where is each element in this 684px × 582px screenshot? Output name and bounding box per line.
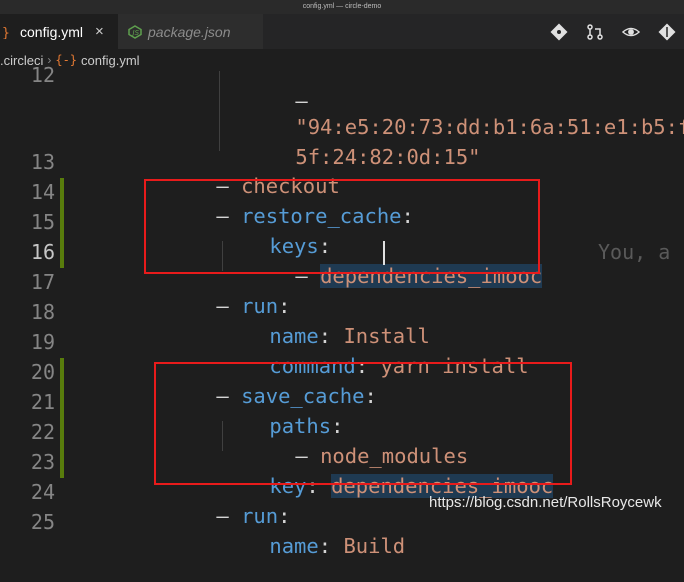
svg-text:}: } — [2, 26, 10, 39]
git-branch-icon[interactable] — [658, 23, 676, 41]
line-number: 18 — [30, 300, 55, 324]
nodejs-icon: JS — [128, 24, 142, 39]
line-number: 24 — [30, 480, 55, 504]
open-changes-icon[interactable] — [622, 23, 640, 41]
line-number: 13 — [30, 150, 55, 174]
pull-request-icon[interactable] — [586, 23, 604, 41]
watermark-url: https://blog.csdn.net/RollsRoycewk — [429, 494, 662, 511]
line-number: 15 — [30, 210, 55, 234]
breadcrumb-file[interactable]: config.yml — [81, 53, 140, 68]
git-blame-annotation: You, a — [598, 240, 671, 264]
breadcrumb: .circleci › {-} config.yml — [0, 49, 684, 71]
git-modified-indicator — [60, 178, 64, 268]
yaml-file-icon: {-} — [55, 53, 78, 67]
line-number: 20 — [30, 360, 55, 384]
indent-guide — [219, 71, 220, 151]
editor-actions — [550, 14, 684, 49]
svg-text:JS: JS — [131, 29, 140, 37]
line-number: 12 — [30, 63, 55, 87]
line-number: 23 — [30, 450, 55, 474]
tab-label: package.json — [148, 23, 231, 40]
close-icon[interactable]: × — [95, 23, 104, 40]
line-number: 25 — [30, 510, 55, 534]
git-compare-icon[interactable] — [550, 23, 568, 41]
line-number: 17 — [30, 270, 55, 294]
yaml-file-icon: } — [0, 25, 14, 39]
window-title: config.yml — circle-demo — [0, 0, 684, 14]
tab-package-json[interactable]: JS package.json — [118, 14, 263, 49]
line-number: 19 — [30, 330, 55, 354]
highlight-box-save-cache — [154, 362, 572, 485]
line-number: 16 — [30, 240, 55, 264]
highlight-box-restore-cache — [144, 179, 540, 274]
git-modified-indicator — [60, 358, 64, 478]
line-number: 14 — [30, 180, 55, 204]
line-number: 21 — [30, 390, 55, 414]
tab-bar: } config.yml × JS package.json — [0, 14, 684, 49]
tab-config-yml[interactable]: } config.yml × — [0, 14, 118, 49]
line-number: 22 — [30, 420, 55, 444]
tab-label: config.yml — [20, 23, 84, 40]
editor[interactable]: 12 13 14 15 16 17 18 19 20 21 22 23 24 2… — [0, 63, 684, 558]
